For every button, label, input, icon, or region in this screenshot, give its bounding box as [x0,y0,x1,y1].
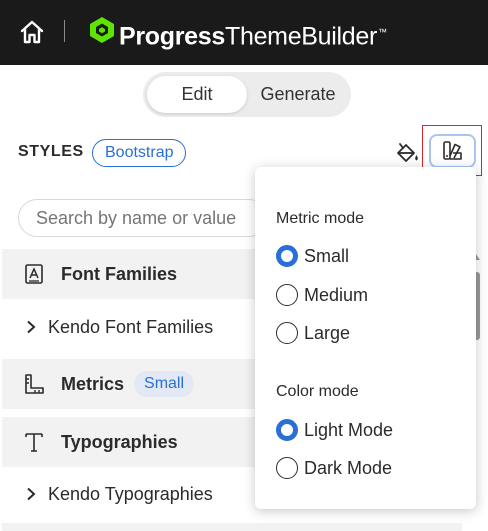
option-label: Dark Mode [304,457,393,478]
typography-icon [22,430,46,454]
metric-option-small[interactable]: Small [276,244,349,268]
home-button[interactable] [17,17,47,47]
edit-tab[interactable]: Edit [147,76,247,113]
metric-option-medium[interactable]: Medium [276,283,368,307]
option-label: Light Mode [304,419,394,440]
radio-dark-mode[interactable] [276,457,298,479]
display-mode-popup: Metric mode Small Medium Large Color mod… [255,167,476,509]
color-mode-title: Color mode [276,383,359,400]
color-swatch-icon [442,141,462,160]
list-item-label: Font Families [61,263,178,284]
chevron-right-icon[interactable] [22,318,40,336]
radio-large[interactable] [276,322,298,344]
progress-logo-icon [90,17,114,43]
paint-bucket-icon[interactable] [394,141,420,165]
option-label: Medium [304,284,369,305]
option-label: Small [304,245,350,266]
metric-option-large[interactable]: Large [276,321,350,345]
brand-title[interactable]: ProgressThemeBuilder™ [119,16,387,52]
list-item-partial [2,523,462,531]
top-bar: ProgressThemeBuilder™ [0,0,488,65]
search-input[interactable] [18,199,268,237]
color-option-dark[interactable]: Dark Mode [276,456,392,480]
radio-medium[interactable] [276,284,298,306]
list-item-label: Kendo Typographies [48,483,213,504]
color-mode-button[interactable] [429,134,476,168]
radio-small[interactable] [276,245,298,267]
font-family-icon [22,262,46,286]
generate-tab[interactable]: Generate [249,76,347,113]
option-label: Large [304,322,351,343]
brand-bold: Progress [119,22,225,51]
header-divider [64,20,65,42]
ruler-icon [22,372,46,396]
trademark: ™ [378,27,387,37]
list-item-label: Typographies [61,431,178,452]
metric-mode-title: Metric mode [276,210,365,227]
brand-light: ThemeBuilder [225,22,378,51]
theme-chip[interactable]: Bootstrap [92,139,187,167]
chevron-right-icon[interactable] [22,485,40,503]
list-item-label: Metrics [61,373,125,394]
list-item-label: Kendo Font Families [48,316,214,337]
radio-light-mode[interactable] [276,419,298,441]
home-icon [20,20,44,44]
styles-label: STYLES [18,143,84,160]
metric-badge: Small [134,371,195,397]
mode-toggle: Edit Generate [143,72,351,117]
color-option-light[interactable]: Light Mode [276,418,393,442]
